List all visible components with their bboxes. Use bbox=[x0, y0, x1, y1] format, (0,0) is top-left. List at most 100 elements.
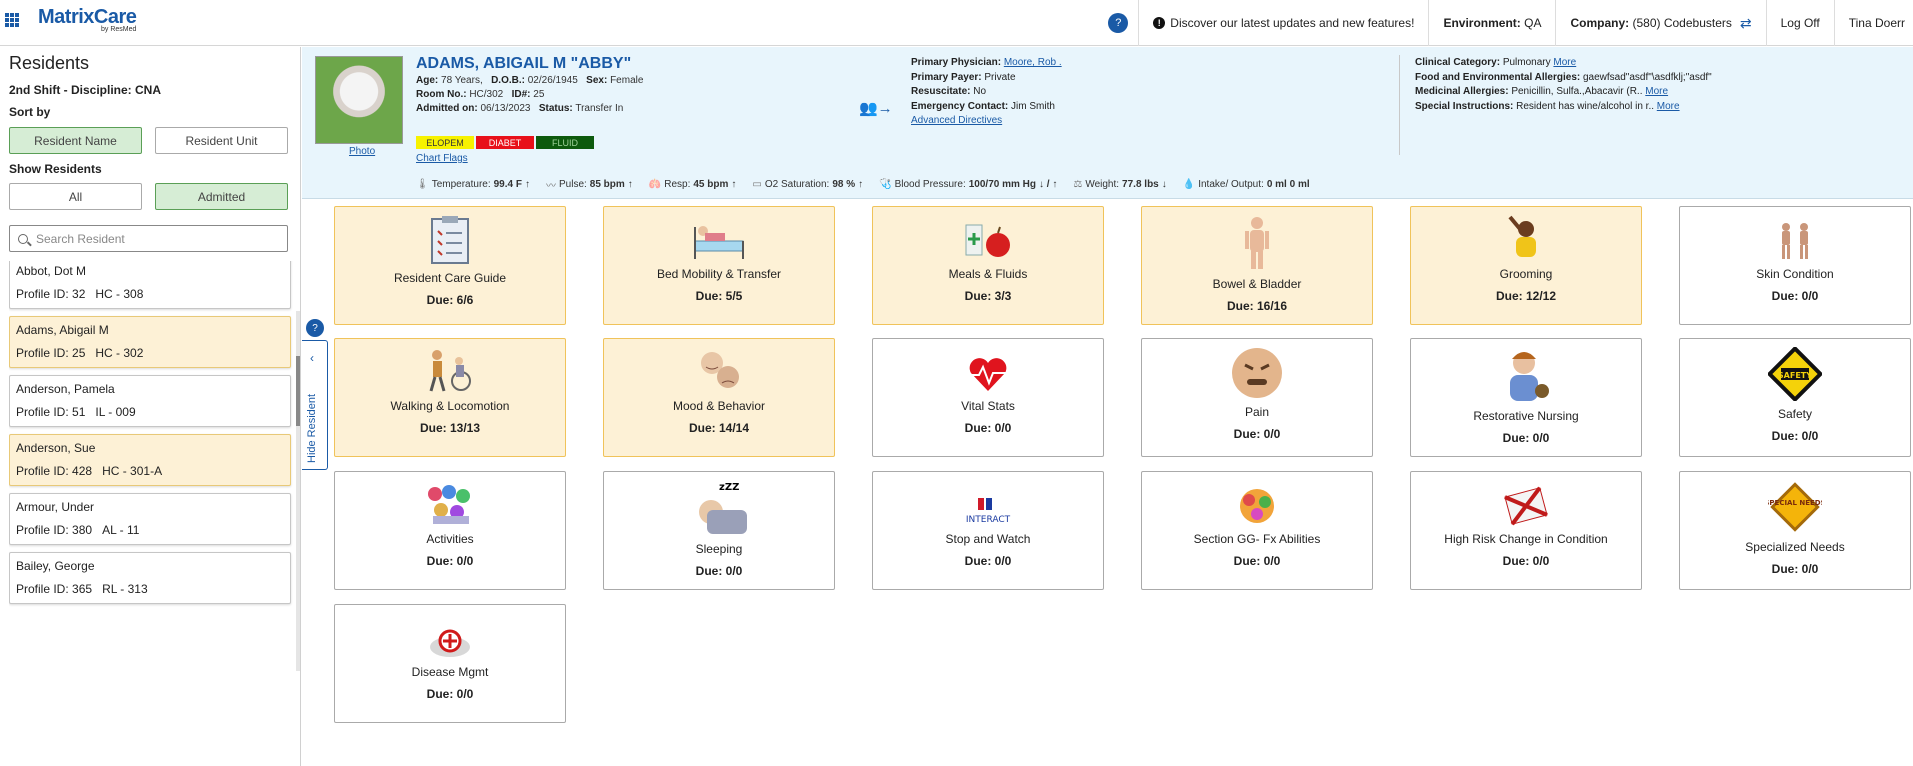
resident-name: Adams, Abigail M bbox=[16, 323, 109, 337]
resident-profile: Profile ID: 365 RL - 313 bbox=[16, 582, 148, 596]
tile-label: Restorative Nursing bbox=[1473, 409, 1579, 423]
svg-text:SAFETY: SAFETY bbox=[1778, 371, 1812, 380]
flag-badge[interactable]: FLUID bbox=[536, 136, 594, 149]
tile-label: Specialized Needs bbox=[1745, 540, 1845, 554]
resident-card[interactable]: Abbot, Dot M Profile ID: 32 HC - 308 bbox=[9, 261, 291, 309]
tile-due: Due: 0/0 bbox=[1771, 289, 1819, 303]
vital-value: 100/70 mm Hg bbox=[968, 179, 1036, 190]
walking-icon bbox=[425, 347, 475, 396]
dob-value: 02/26/1945 bbox=[527, 75, 578, 86]
tile-due: Due: 0/0 bbox=[1771, 562, 1819, 576]
logoff-button[interactable]: Log Off bbox=[1765, 0, 1834, 46]
tile-walking-locomotion[interactable]: Walking & Locomotion Due: 13/13 bbox=[334, 338, 566, 457]
resident-card[interactable]: Anderson, Sue Profile ID: 428 HC - 301-A bbox=[9, 434, 291, 486]
resident-unit: HC - 301-A bbox=[102, 464, 163, 478]
vital-icon: 🩺 bbox=[879, 179, 892, 190]
tile-high-risk-change-in-condition[interactable]: High Risk Change in Condition Due: 0/0 bbox=[1410, 471, 1642, 590]
med-more-link[interactable]: More bbox=[1645, 86, 1668, 97]
tile-grooming[interactable]: Grooming Due: 12/12 bbox=[1410, 206, 1642, 325]
resident-profile-id: Profile ID: 365 bbox=[16, 582, 93, 596]
tile-label: Grooming bbox=[1499, 267, 1553, 281]
meals-icon bbox=[960, 217, 1016, 264]
tile-due: Due: 0/0 bbox=[426, 687, 474, 701]
resident-card[interactable]: Armour, Under Profile ID: 380 AL - 11 bbox=[9, 493, 291, 545]
help-button[interactable]: ? bbox=[1094, 0, 1138, 46]
tile-meals-fluids[interactable]: Meals & Fluids Due: 3/3 bbox=[872, 206, 1104, 325]
resident-card[interactable]: Anderson, Pamela Profile ID: 51 IL - 009 bbox=[9, 375, 291, 427]
bed-icon bbox=[691, 217, 747, 264]
transfer-resident-icon[interactable]: 👥→ bbox=[859, 99, 893, 117]
top-right-bar: ? ! Discover our latest updates and new … bbox=[1094, 0, 1913, 46]
matrixcare-logo[interactable]: MatrixCare by ResMed bbox=[38, 6, 137, 33]
vital-item[interactable]: 🩺 Blood Pressure: 100/70 mm Hg ↓ / ↑ bbox=[879, 177, 1057, 192]
resident-card[interactable]: Adams, Abigail M Profile ID: 25 HC - 302 bbox=[9, 316, 291, 368]
risk-icon bbox=[1502, 486, 1550, 529]
tile-label: Mood & Behavior bbox=[672, 399, 766, 413]
tile-stop-and-watch[interactable]: INTERACT Stop and Watch Due: 0/0 bbox=[872, 471, 1104, 590]
advanced-directives-link[interactable]: Advanced Directives bbox=[911, 115, 1002, 126]
vital-item[interactable]: 〰 Pulse: 85 bpm ↑ bbox=[546, 177, 633, 192]
tile-activities[interactable]: Activities Due: 0/0 bbox=[334, 471, 566, 590]
resident-profile: Profile ID: 25 HC - 302 bbox=[16, 346, 143, 360]
show-all-button[interactable]: All bbox=[9, 183, 142, 210]
resident-list-scrollbar[interactable] bbox=[296, 311, 300, 671]
user-menu[interactable]: Tina Doerr bbox=[1833, 0, 1913, 46]
tile-bowel-bladder[interactable]: Bowel & Bladder Due: 16/16 bbox=[1141, 206, 1373, 325]
hide-resident-tab[interactable]: ‹ Hide Resident bbox=[302, 340, 328, 470]
pain-face-icon bbox=[1231, 347, 1283, 402]
tile-restorative-nursing[interactable]: Restorative Nursing Due: 0/0 bbox=[1410, 338, 1642, 457]
vital-trend-icon: ↓ / ↑ bbox=[1039, 179, 1058, 190]
flag-badge[interactable]: DIABET bbox=[476, 136, 534, 149]
sort-resident-unit-button[interactable]: Resident Unit bbox=[155, 127, 288, 154]
scrollbar-thumb[interactable] bbox=[296, 356, 300, 426]
vital-item[interactable]: 🫁 Resp: 45 bpm ↑ bbox=[649, 177, 737, 192]
tile-label: Walking & Locomotion bbox=[390, 399, 510, 413]
tile-sleeping[interactable]: zZZ Sleeping Due: 0/0 bbox=[603, 471, 835, 590]
photo-link[interactable]: Photo bbox=[349, 146, 375, 157]
vital-label: O2 Saturation: bbox=[764, 179, 830, 190]
sort-resident-name-button[interactable]: Resident Name bbox=[9, 127, 142, 154]
age-value: 78 Years, bbox=[441, 75, 483, 86]
vital-label: Weight: bbox=[1085, 179, 1120, 190]
app-menu-icon[interactable] bbox=[5, 13, 19, 27]
announcement-link[interactable]: ! Discover our latest updates and new fe… bbox=[1138, 0, 1428, 46]
switch-company-icon[interactable]: ⇄ bbox=[1740, 15, 1752, 32]
tile-pain[interactable]: Pain Due: 0/0 bbox=[1141, 338, 1373, 457]
environment-label: Environment: bbox=[1443, 16, 1521, 30]
special-instructions-value: Resident has wine/alcohol in r.. bbox=[1516, 100, 1654, 112]
tile-disease-mgmt[interactable]: Disease Mgmt Due: 0/0 bbox=[334, 604, 566, 723]
tile-skin-condition[interactable]: Skin Condition Due: 0/0 bbox=[1679, 206, 1911, 325]
tile-safety[interactable]: SAFETY Safety Due: 0/0 bbox=[1679, 338, 1911, 457]
clipboard-icon bbox=[428, 215, 472, 268]
search-resident-input[interactable]: Search Resident bbox=[9, 225, 288, 252]
vital-item[interactable]: 🌡 Temperature: 99.4 F ↑ bbox=[416, 177, 530, 192]
tile-due: Due: 5/5 bbox=[695, 289, 743, 303]
resident-list[interactable]: Abbot, Dot M Profile ID: 32 HC - 308 Adams… bbox=[9, 261, 293, 671]
tile-mood-behavior[interactable]: Mood & Behavior Due: 14/14 bbox=[603, 338, 835, 457]
tile-resident-care-guide[interactable]: Resident Care Guide Due: 6/6 bbox=[334, 206, 566, 325]
tile-label: Bowel & Bladder bbox=[1212, 277, 1302, 291]
tile-section-gg-fx-abilities[interactable]: Section GG- Fx Abilities Due: 0/0 bbox=[1141, 471, 1373, 590]
physician-link[interactable]: Moore, Rob . bbox=[1004, 57, 1062, 68]
special-more-link[interactable]: More bbox=[1657, 101, 1680, 112]
vital-trend-icon: ↓ bbox=[1161, 179, 1167, 190]
flag-badge[interactable]: ELOPEM bbox=[416, 136, 474, 149]
resident-card[interactable]: Bailey, George Profile ID: 365 RL - 313 bbox=[9, 552, 291, 604]
tile-bed-mobility-transfer[interactable]: Bed Mobility & Transfer Due: 5/5 bbox=[603, 206, 835, 325]
vital-item[interactable]: 💧 Intake/ Output: 0 ml 0 ml bbox=[1183, 177, 1313, 192]
floating-help-icon[interactable]: ? bbox=[306, 319, 324, 337]
show-admitted-button[interactable]: Admitted bbox=[155, 183, 288, 210]
tile-specialized-needs[interactable]: SPECIAL NEEDS Specialized Needs Due: 0/0 bbox=[1679, 471, 1911, 590]
vital-icon: 🌡 bbox=[416, 179, 429, 190]
tile-due: Due: 14/14 bbox=[688, 421, 750, 435]
patient-photo[interactable] bbox=[315, 56, 403, 144]
vital-item[interactable]: ⚖ Weight: 77.8 lbs ↓ bbox=[1073, 177, 1166, 192]
chart-flags-link[interactable]: Chart Flags bbox=[416, 153, 468, 164]
sleeping-icon: zZZ bbox=[689, 480, 749, 539]
vital-item[interactable]: ▭ O2 Saturation: 98 % ↑ bbox=[752, 177, 863, 192]
tile-label: Vital Stats bbox=[961, 399, 1015, 413]
payer-value: Private bbox=[984, 71, 1016, 83]
clinical-info: Clinical Category: Pulmonary More Food a… bbox=[1415, 56, 1712, 114]
clinical-more-link[interactable]: More bbox=[1553, 57, 1576, 68]
tile-vital-stats[interactable]: Vital Stats Due: 0/0 bbox=[872, 338, 1104, 457]
